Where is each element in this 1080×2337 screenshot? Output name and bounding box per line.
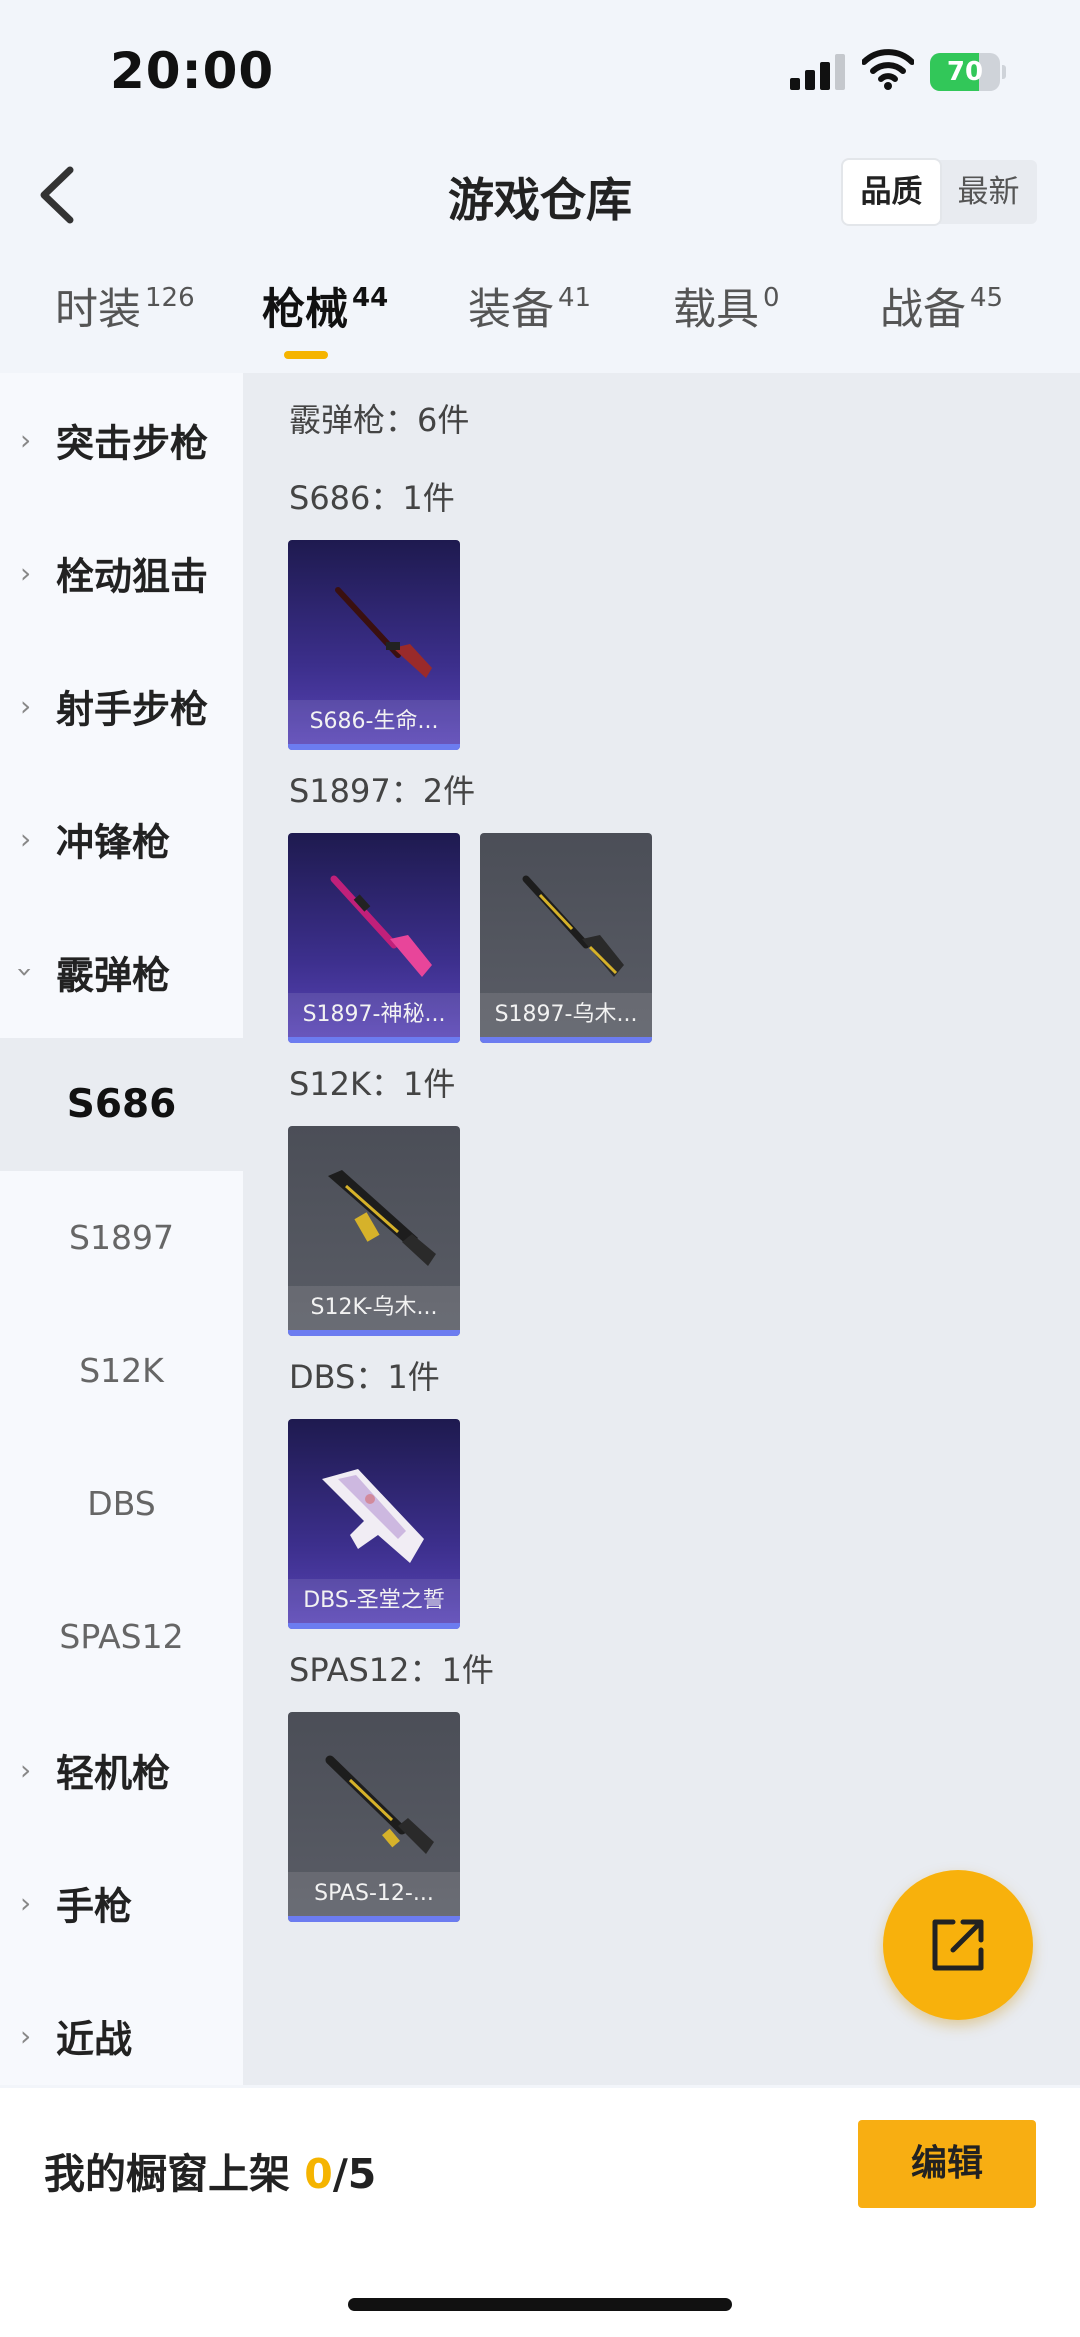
tab-fashion[interactable]: 时装 126 <box>55 275 195 365</box>
tab-firearms[interactable]: 枪械 44 <box>262 275 388 365</box>
sidebar-item-label: 突击步枪 <box>56 421 209 465</box>
active-tab-indicator <box>284 351 328 359</box>
weapon-list: 霰弹枪：6件 S686：1件 S686-生命... S1897：2件 S1897… <box>243 373 1080 2085</box>
sidebar-item-label: 手枪 <box>56 1884 133 1928</box>
group-title: S1897：2件 <box>289 772 476 810</box>
sidebar-item-shotgun[interactable]: › 霰弹枪 <box>0 905 243 1038</box>
category-tabs: 时装 126 枪械 44 装备 41 载具 0 战备 45 <box>0 275 1080 365</box>
sidebar-subitem-spas12[interactable]: SPAS12 <box>0 1570 243 1703</box>
double-barrel-shotgun-icon <box>335 587 432 678</box>
sidebar-item-label: 近战 <box>56 2017 133 2061</box>
wifi-icon <box>862 49 914 90</box>
share-external-icon <box>932 1919 984 1971</box>
sort-option-newest[interactable]: 最新 <box>940 160 1037 224</box>
chevron-down-icon: › <box>9 965 43 978</box>
sidebar-item-label: 冲锋枪 <box>56 820 171 864</box>
chevron-right-icon: › <box>20 2019 32 2052</box>
chevron-right-icon: › <box>20 423 32 456</box>
sidebar-item-pistol[interactable]: › 手枪 <box>0 1836 243 1969</box>
weapon-card-label: SPAS-12-... <box>314 1881 434 1906</box>
pump-shotgun-pink-icon <box>330 875 432 977</box>
chevron-right-icon: › <box>20 1886 32 1919</box>
battery-icon: 70 <box>930 53 1006 91</box>
chevron-right-icon: › <box>20 1753 32 1786</box>
sort-toggle: 品质 最新 <box>843 160 1037 224</box>
weapon-card-label: S686-生命... <box>309 709 439 734</box>
sidebar-item-melee[interactable]: › 近战 <box>0 1969 243 2102</box>
sidebar-item-label: 栓动狙击 <box>56 554 209 598</box>
sidebar-subitem-s1897[interactable]: S1897 <box>0 1171 243 1304</box>
sidebar-item-label: 霰弹枪 <box>56 953 171 997</box>
category-title: 霰弹枪：6件 <box>289 401 470 439</box>
weapon-card[interactable]: S12K-乌木... <box>288 1126 460 1336</box>
weapon-card[interactable]: SPAS-12-... <box>288 1712 460 1922</box>
back-button[interactable] <box>30 162 90 228</box>
weapon-card[interactable]: S686-生命... <box>288 540 460 750</box>
tab-label: 时装 <box>55 285 141 335</box>
warehouse-page: 20:00 70 游戏仓库 品质 最新 时装 126 枪械 44 装备 41 载… <box>0 0 1080 2337</box>
showcase-status: 我的橱窗上架 0/5 <box>44 2140 376 2200</box>
home-indicator <box>348 2298 732 2311</box>
spas-shotgun-icon <box>325 1755 434 1854</box>
tab-count: 126 <box>145 283 195 313</box>
status-time: 20:00 <box>110 42 275 100</box>
sidebar-item-label: 轻机枪 <box>56 1751 171 1795</box>
tab-supplies[interactable]: 战备 45 <box>880 275 1003 365</box>
sidebar-subitem-dbs[interactable]: DBS <box>0 1437 243 1570</box>
tab-count: 44 <box>352 283 389 313</box>
tab-count: 0 <box>763 283 780 313</box>
header: 游戏仓库 品质 最新 <box>0 140 1080 250</box>
pump-shotgun-gold-icon <box>522 875 624 977</box>
weapon-card-label: DBS-圣堂之誓 <box>303 1588 445 1613</box>
weapon-card-label: S1897-乌木... <box>494 1002 638 1027</box>
group-title: S12K：1件 <box>289 1065 456 1103</box>
tab-label: 装备 <box>468 285 554 335</box>
tab-equipment[interactable]: 装备 41 <box>468 275 591 365</box>
weapon-card[interactable]: S1897-神秘... <box>288 833 460 1043</box>
weapon-card[interactable]: DBS-圣堂之誓 <box>288 1419 460 1629</box>
tab-label: 战备 <box>880 285 966 335</box>
weapon-category-sidebar: › 突击步枪 › 栓动狙击 › 射手步枪 › 冲锋枪 › 霰弹枪 S686 S1… <box>0 373 243 2085</box>
weapon-card[interactable]: S1897-乌木... <box>480 833 652 1043</box>
tab-count: 41 <box>558 283 592 313</box>
sidebar-subitem-s12k[interactable]: S12K <box>0 1304 243 1437</box>
sidebar-item-label: 射手步枪 <box>56 687 209 731</box>
weapon-card-label: S12K-乌木... <box>310 1295 438 1320</box>
chevron-right-icon: › <box>20 556 32 589</box>
sidebar-subitem-s686[interactable]: S686 <box>0 1038 243 1171</box>
group-title: DBS：1件 <box>289 1358 440 1396</box>
auto-shotgun-icon <box>328 1170 436 1266</box>
showcase-total: /5 <box>332 2150 377 2198</box>
group-title: SPAS12：1件 <box>289 1651 494 1689</box>
weapon-card-label: S1897-神秘... <box>302 1002 446 1027</box>
sidebar-item-smg[interactable]: › 冲锋枪 <box>0 772 243 905</box>
sidebar-item-assault-rifle[interactable]: › 突击步枪 <box>0 373 243 506</box>
sidebar-item-bolt-sniper[interactable]: › 栓动狙击 <box>0 506 243 639</box>
showcase-current-count: 0 <box>304 2150 333 2198</box>
share-button[interactable] <box>883 1870 1033 2020</box>
sidebar-item-marksman-rifle[interactable]: › 射手步枪 <box>0 639 243 772</box>
edit-button[interactable]: 编辑 <box>858 2120 1036 2208</box>
tab-count: 45 <box>970 283 1004 313</box>
status-bar: 20:00 70 <box>0 0 1080 140</box>
tab-label: 枪械 <box>262 285 348 335</box>
sidebar-item-lmg[interactable]: › 轻机枪 <box>0 1703 243 1836</box>
showcase-label: 我的橱窗上架 <box>44 2150 290 2198</box>
battery-level-text: 70 <box>946 57 984 87</box>
tab-vehicles[interactable]: 载具 0 <box>673 275 780 365</box>
chevron-right-icon: › <box>20 689 32 722</box>
tab-label: 载具 <box>673 285 759 335</box>
cellular-signal-icon <box>790 54 845 90</box>
bullpup-shotgun-icon <box>322 1469 424 1563</box>
chevron-right-icon: › <box>20 822 32 855</box>
sort-option-quality[interactable]: 品质 <box>843 160 940 224</box>
group-title: S686：1件 <box>289 479 455 517</box>
